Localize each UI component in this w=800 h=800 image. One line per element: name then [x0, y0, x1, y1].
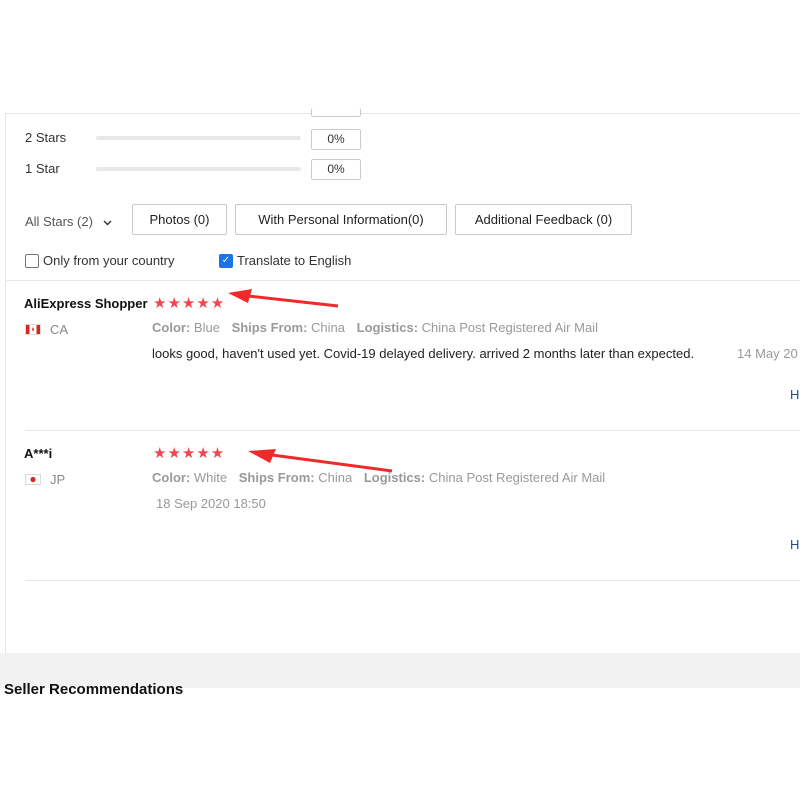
- review-text: looks good, haven't used yet. Covid-19 d…: [152, 346, 695, 361]
- logistics-label: Logistics:: [363, 470, 426, 485]
- red-arrow-annotation: [228, 289, 339, 308]
- page-gap: Seller Recommendations: [0, 653, 800, 698]
- feedback-panel: 2 Stars 0% 1 Star 0% All Stars (2) Photo…: [5, 108, 800, 654]
- review-attributes: Color: White Ships From: China Logistics…: [152, 470, 605, 485]
- review-date: 18 Sep 2020 18:50: [156, 496, 266, 511]
- ships-from-label: Ships From:: [238, 470, 315, 485]
- rating-percent-2: 0%: [311, 129, 361, 150]
- japan-flag-icon: [25, 474, 41, 485]
- logistics-label: Logistics:: [356, 320, 419, 335]
- canada-flag-icon: [25, 324, 41, 335]
- review-attributes: Color: Blue Ships From: China Logistics:…: [152, 320, 598, 335]
- rating-stars: ★★★★★: [153, 295, 226, 312]
- additional-feedback-filter-button[interactable]: Additional Feedback (0): [455, 204, 632, 235]
- seller-recommendations-heading: Seller Recommendations: [4, 681, 184, 698]
- reviewer-country: JP: [50, 472, 66, 487]
- personal-info-filter-button[interactable]: With Personal Information(0): [235, 204, 447, 235]
- ships-from-label: Ships From:: [231, 320, 308, 335]
- translate-label[interactable]: Translate to English: [237, 253, 351, 268]
- logistics-value: China Post Registered Air Mail: [421, 320, 598, 335]
- three-star-percent-box: [311, 108, 361, 117]
- ships-from-value: China: [318, 470, 353, 485]
- helpful-link[interactable]: H: [790, 537, 799, 552]
- review-divider: [25, 430, 800, 431]
- color-value: White: [193, 470, 228, 485]
- helpful-link[interactable]: H: [790, 387, 799, 402]
- only-country-label[interactable]: Only from your country: [43, 253, 175, 268]
- rating-label-1: 1 Star: [25, 161, 60, 176]
- divider: [6, 280, 800, 281]
- screenshot: 2 Stars 0% 1 Star 0% All Stars (2) Photo…: [0, 0, 800, 800]
- color-label: Color:: [152, 320, 191, 335]
- only-country-checkbox[interactable]: [25, 254, 39, 268]
- rating-percent-1: 0%: [311, 159, 361, 180]
- reviewer-name: AliExpress Shopper: [24, 296, 148, 311]
- rating-label-2: 2 Stars: [25, 130, 67, 145]
- rating-stars: ★★★★★: [153, 445, 226, 462]
- rating-bar-1: [96, 167, 301, 171]
- checkmark-icon: ✓: [221, 255, 231, 266]
- photos-filter-button[interactable]: Photos (0): [132, 204, 227, 235]
- reviewer-name: A***i: [24, 446, 53, 461]
- logistics-value: China Post Registered Air Mail: [428, 470, 606, 485]
- translate-checkbox[interactable]: ✓: [219, 254, 233, 268]
- review-date: 14 May 20: [737, 346, 798, 361]
- review-divider: [25, 580, 800, 581]
- color-label: Color:: [152, 470, 191, 485]
- ships-from-value: China: [311, 320, 345, 335]
- rating-bar-2: [96, 136, 301, 140]
- chevron-down-icon: [103, 214, 112, 229]
- reviewer-country: CA: [50, 322, 69, 337]
- all-stars-dropdown[interactable]: All Stars (2): [25, 214, 112, 229]
- color-value: Blue: [193, 320, 220, 335]
- all-stars-label: All Stars (2): [25, 214, 93, 229]
